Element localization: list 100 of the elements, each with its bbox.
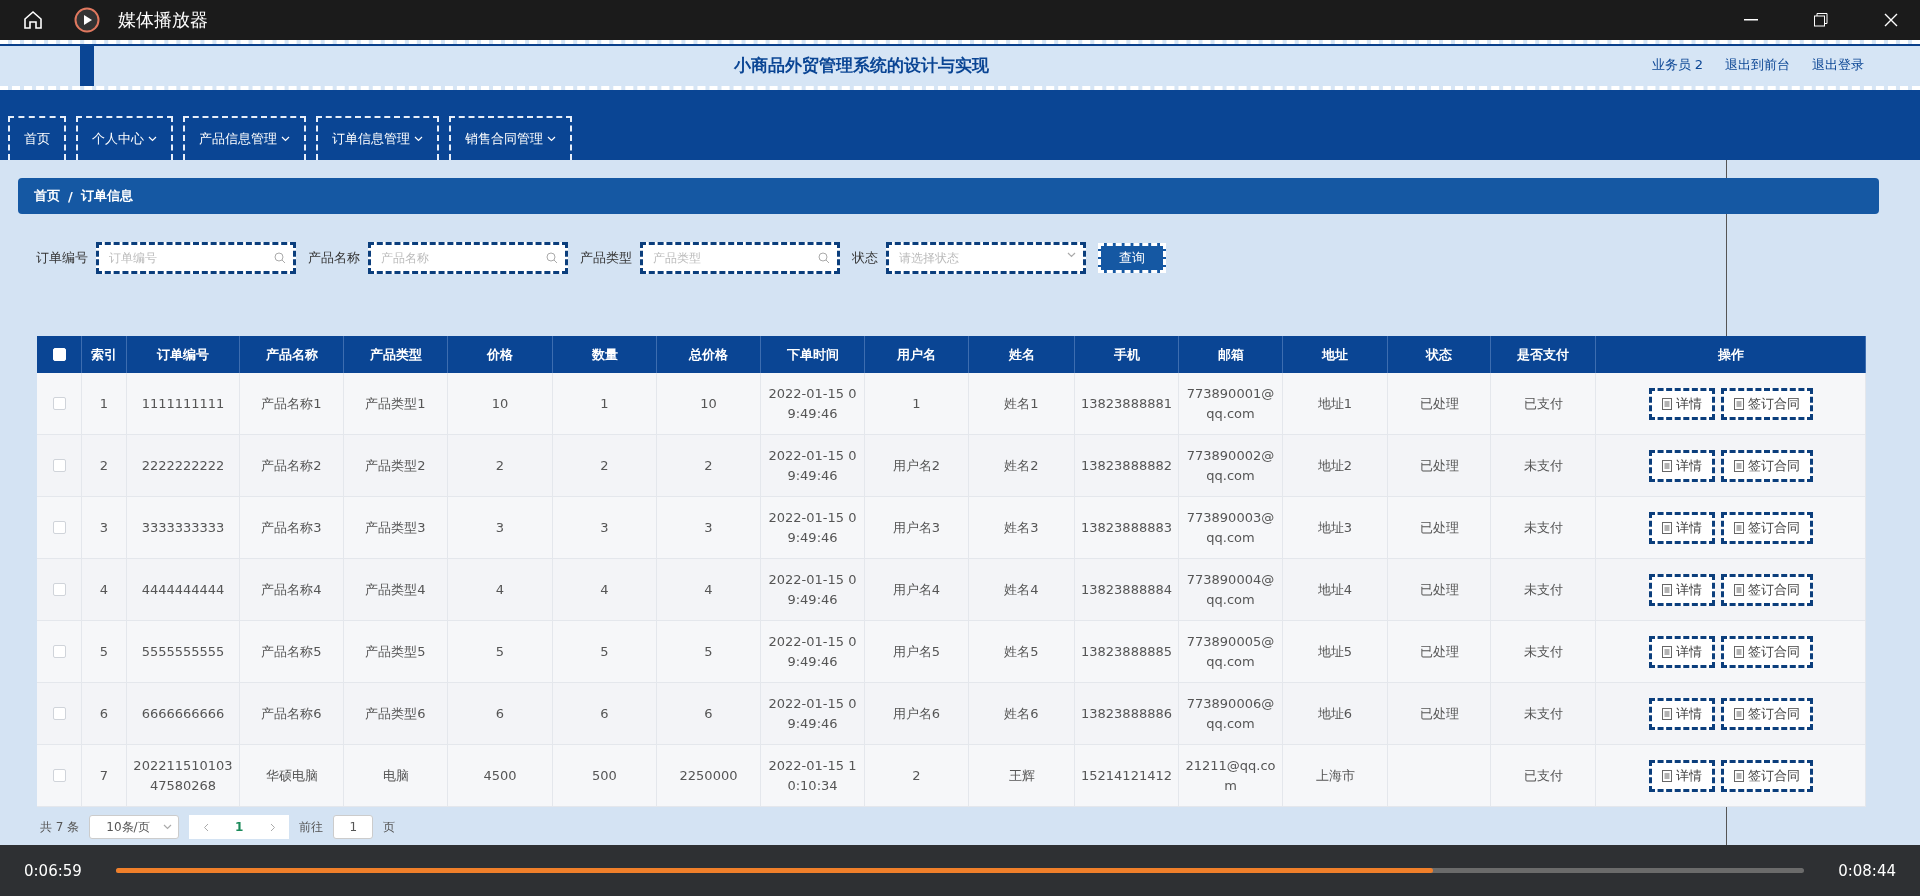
details-button[interactable]: 详情 — [1648, 511, 1715, 544]
progress-track[interactable] — [115, 868, 1805, 873]
header-link[interactable]: 退出登录 — [1812, 56, 1864, 74]
restore-icon[interactable] — [1814, 13, 1828, 27]
column-header: 状态 — [1388, 336, 1491, 373]
breadcrumb-item[interactable]: 首页 — [34, 187, 60, 205]
status-select[interactable]: 请选择状态 — [886, 242, 1086, 274]
table-cell: 4500 — [448, 745, 553, 807]
table-cell: 6666666666 — [127, 683, 240, 745]
chevron-down-icon — [547, 136, 556, 142]
column-header: 产品名称 — [240, 336, 344, 373]
table-cell: 产品名称1 — [240, 373, 344, 435]
goto-label: 前往 — [299, 818, 324, 836]
sign-contract-button[interactable]: 签订合同 — [1720, 697, 1813, 730]
total-count: 共 7 条 — [40, 818, 80, 836]
nav-tab[interactable]: 首页 — [8, 116, 66, 160]
breadcrumb-item[interactable]: 订单信息 — [80, 187, 133, 205]
query-button[interactable]: 查询 — [1098, 243, 1166, 273]
sign-contract-button[interactable]: 签订合同 — [1720, 511, 1813, 544]
search-field[interactable]: 产品名称 — [368, 242, 568, 274]
table-cell: 4 — [553, 559, 657, 621]
chevron-down-icon — [281, 136, 290, 142]
close-icon[interactable] — [1884, 13, 1898, 27]
table-cell: 2 — [657, 435, 761, 497]
details-button[interactable]: 详情 — [1648, 573, 1715, 606]
total-time: 0:08:44 — [1838, 861, 1896, 880]
breadcrumb-separator: / — [68, 188, 73, 204]
row-checkbox[interactable] — [52, 459, 66, 472]
minimize-icon[interactable] — [1744, 19, 1758, 21]
document-icon — [1733, 645, 1744, 658]
row-checkbox[interactable] — [52, 397, 66, 410]
table-cell: 773890005@qq.com — [1179, 621, 1283, 683]
table-cell: 姓名1 — [969, 373, 1075, 435]
table-cell: 2 — [553, 435, 657, 497]
table-cell: 500 — [553, 745, 657, 807]
table-cell: 地址4 — [1283, 559, 1388, 621]
nav-tab[interactable]: 销售合同管理 — [449, 116, 572, 160]
table-cell: 13823888884 — [1075, 559, 1179, 621]
sign-contract-button[interactable]: 签订合同 — [1720, 635, 1813, 668]
nav-tab[interactable]: 产品信息管理 — [183, 116, 306, 160]
table-cell: 地址1 — [1283, 373, 1388, 435]
row-checkbox[interactable] — [52, 521, 66, 534]
sign-contract-button[interactable]: 签订合同 — [1720, 449, 1813, 482]
table-cell: 产品名称2 — [240, 435, 344, 497]
details-button[interactable]: 详情 — [1648, 697, 1715, 730]
search-field[interactable]: 订单编号 — [96, 242, 296, 274]
table-cell: 2022-01-15 09:49:46 — [761, 497, 865, 559]
table-cell: 未支付 — [1491, 683, 1596, 745]
table-cell: 2022-01-15 09:49:46 — [761, 373, 865, 435]
sign-contract-button[interactable]: 签订合同 — [1720, 387, 1813, 420]
nav-tab[interactable]: 个人中心 — [76, 116, 173, 160]
table-cell: 2022-01-15 10:10:34 — [761, 745, 865, 807]
table-cell: 20221151010347580268 — [127, 745, 240, 807]
table-cell: 产品类型1 — [344, 373, 448, 435]
table-cell: 5 — [553, 621, 657, 683]
filter-label: 产品类型 — [580, 249, 632, 267]
details-button[interactable]: 详情 — [1648, 387, 1715, 420]
table-cell: 未支付 — [1491, 559, 1596, 621]
document-icon — [1733, 521, 1744, 534]
column-header: 数量 — [553, 336, 657, 373]
details-button[interactable]: 详情 — [1648, 449, 1715, 482]
search-field[interactable]: 产品类型 — [640, 242, 840, 274]
table-cell: 地址5 — [1283, 621, 1388, 683]
sign-contract-button[interactable]: 签订合同 — [1720, 759, 1813, 792]
table-cell: 21211@qq.com — [1179, 745, 1283, 807]
previous-page-icon[interactable] — [202, 822, 209, 832]
table-cell: 姓名6 — [969, 683, 1075, 745]
sign-contract-button[interactable]: 签订合同 — [1720, 573, 1813, 606]
row-checkbox[interactable] — [52, 645, 66, 658]
column-header: 地址 — [1283, 336, 1388, 373]
goto-page-field[interactable]: 1 — [333, 815, 374, 839]
details-button[interactable]: 详情 — [1648, 635, 1715, 668]
table-cell: 产品名称4 — [240, 559, 344, 621]
home-icon[interactable] — [22, 9, 44, 31]
table-cell: 3 — [82, 497, 127, 559]
table-cell: 6 — [553, 683, 657, 745]
column-header: 姓名 — [969, 336, 1075, 373]
details-button[interactable]: 详情 — [1648, 759, 1715, 792]
table-cell: 姓名4 — [969, 559, 1075, 621]
table-cell: 地址3 — [1283, 497, 1388, 559]
chevron-down-icon — [1067, 252, 1076, 258]
filter-label: 状态 — [852, 249, 878, 267]
table-cell: 773890003@qq.com — [1179, 497, 1283, 559]
table-cell: 13823888885 — [1075, 621, 1179, 683]
page-size-select[interactable]: 10条/页 — [89, 815, 180, 839]
select-all-checkbox[interactable] — [52, 348, 66, 361]
page-number[interactable]: 1 — [235, 820, 244, 834]
table-cell: 1 — [865, 373, 969, 435]
row-checkbox[interactable] — [52, 707, 66, 720]
document-icon — [1661, 397, 1672, 410]
row-checkbox[interactable] — [52, 583, 66, 596]
header-link[interactable]: 退出到前台 — [1725, 56, 1790, 74]
table-cell: 上海市 — [1283, 745, 1388, 807]
table-cell: 2 — [82, 435, 127, 497]
row-checkbox[interactable] — [52, 769, 66, 782]
table-cell: 2 — [865, 745, 969, 807]
document-icon — [1661, 769, 1672, 782]
nav-tab[interactable]: 订单信息管理 — [316, 116, 439, 160]
current-time: 0:06:59 — [24, 861, 82, 880]
next-page-icon[interactable] — [270, 822, 276, 832]
